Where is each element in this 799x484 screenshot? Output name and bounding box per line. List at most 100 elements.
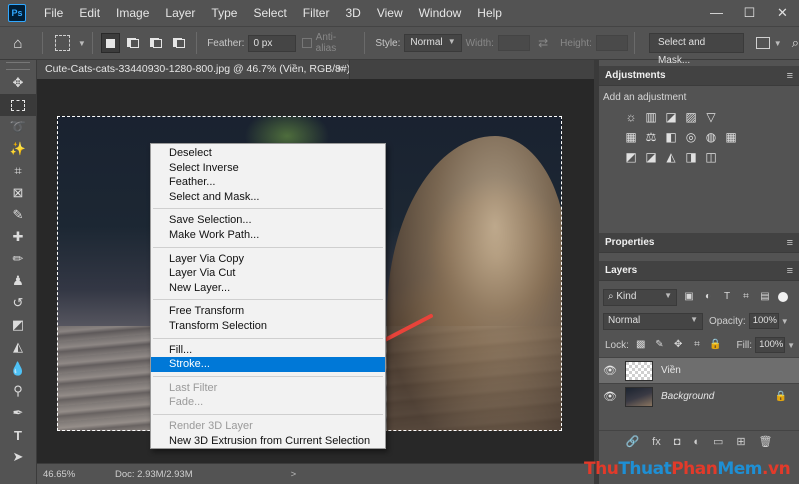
maximize-button[interactable]: ☐ (733, 0, 766, 26)
visibility-eye-icon[interactable]: 👁 (599, 390, 621, 403)
color-balance-icon[interactable]: ⚖ (641, 129, 661, 145)
link-layers-icon[interactable]: 🔗 (625, 435, 639, 448)
menu-item-fill[interactable]: Fill... (151, 343, 385, 358)
menu-item-layer-via-cut[interactable]: Layer Via Cut (151, 266, 385, 281)
menu-item-feather[interactable]: Feather... (151, 175, 385, 190)
brightness-contrast-icon[interactable]: ☼ (621, 109, 641, 125)
home-icon[interactable]: ⌂ (0, 35, 36, 52)
menu-item-save-selection[interactable]: Save Selection... (151, 213, 385, 228)
invert-icon[interactable]: ◩ (621, 149, 641, 165)
select-and-mask-button[interactable]: Select and Mask... (648, 33, 745, 66)
visibility-eye-icon[interactable]: 👁 (599, 364, 621, 377)
posterize-icon[interactable]: ◪ (641, 149, 661, 165)
new-selection-mode-button[interactable] (100, 33, 120, 53)
menu-window[interactable]: Window (411, 0, 470, 26)
opacity-input[interactable]: 100% (748, 313, 779, 329)
close-window-button[interactable]: ✕ (766, 0, 799, 26)
photo-filter-icon[interactable]: ◎ (681, 129, 701, 145)
new-adjustment-icon[interactable]: ◐ (693, 436, 700, 448)
menu-item-make-work-path[interactable]: Make Work Path... (151, 228, 385, 243)
swap-dimensions-icon[interactable]: ⇄ (538, 36, 548, 50)
eyedropper-tool-icon[interactable]: ✎ (0, 204, 36, 226)
menu-select[interactable]: Select (245, 0, 294, 26)
magic-wand-tool-icon[interactable]: ✨ (0, 138, 36, 160)
menu-image[interactable]: Image (108, 0, 157, 26)
add-mask-icon[interactable]: ◘ (674, 436, 681, 448)
workspace-icon[interactable] (756, 37, 770, 49)
layer-row-vien[interactable]: 👁 Viền (599, 357, 799, 383)
fill-input[interactable]: 100% (755, 337, 786, 353)
selective-color-icon[interactable]: ◫ (701, 149, 721, 165)
toolbar-grip[interactable] (6, 62, 30, 70)
antialias-checkbox[interactable] (302, 38, 312, 48)
lock-all-icon[interactable]: 🔒 (709, 339, 723, 351)
rectangular-marquee-preset-icon[interactable] (54, 35, 70, 51)
blend-mode-select[interactable]: Normal ▼ (603, 312, 703, 330)
layer-name[interactable]: Viền (661, 365, 681, 376)
lasso-tool-icon[interactable]: ➰ (0, 116, 36, 138)
layer-kind-filter[interactable]: ⌕ Kind ▼ (603, 288, 677, 306)
menu-3d[interactable]: 3D (337, 0, 368, 26)
eraser-tool-icon[interactable]: ◩ (0, 314, 36, 336)
add-selection-mode-button[interactable] (124, 33, 143, 53)
panel-menu-icon[interactable]: ≡ (787, 237, 793, 249)
black-white-icon[interactable]: ◧ (661, 129, 681, 145)
history-brush-tool-icon[interactable]: ↺ (0, 292, 36, 314)
subtract-selection-mode-button[interactable] (147, 33, 166, 53)
menu-view[interactable]: View (369, 0, 411, 26)
menu-edit[interactable]: Edit (71, 0, 108, 26)
panel-menu-icon[interactable]: ≡ (787, 265, 793, 277)
close-document-icon[interactable]: × (337, 60, 343, 79)
channel-mixer-icon[interactable]: ◍ (701, 129, 721, 145)
clone-stamp-tool-icon[interactable]: ♟ (0, 270, 36, 292)
adjustment-filter-icon[interactable]: ◐ (701, 291, 715, 303)
pixel-filter-icon[interactable]: ▣ (682, 291, 696, 303)
menu-file[interactable]: File (36, 0, 71, 26)
shape-filter-icon[interactable]: ⌗ (739, 291, 753, 303)
menu-layer[interactable]: Layer (157, 0, 203, 26)
layer-name[interactable]: Background (661, 391, 714, 402)
style-select[interactable]: Normal ▼ (404, 34, 462, 52)
status-chevron-icon[interactable]: > (291, 469, 297, 480)
minimize-button[interactable]: — (700, 0, 733, 26)
rectangular-marquee-tool-icon[interactable] (0, 94, 36, 116)
frame-tool-icon[interactable]: ⊠ (0, 182, 36, 204)
menu-item-stroke[interactable]: Stroke... (151, 357, 385, 372)
curves-icon[interactable]: ◪ (661, 109, 681, 125)
menu-filter[interactable]: Filter (295, 0, 338, 26)
filter-toggle[interactable] (778, 292, 788, 302)
pen-tool-icon[interactable]: ✒ (0, 402, 36, 424)
menu-item-layer-via-copy[interactable]: Layer Via Copy (151, 252, 385, 267)
chevron-down-icon[interactable]: ▼ (774, 39, 782, 48)
width-input[interactable] (497, 35, 531, 51)
menu-item-free-transform[interactable]: Free Transform (151, 304, 385, 319)
chevron-down-icon[interactable]: ▼ (78, 39, 86, 48)
type-filter-icon[interactable]: T (720, 291, 734, 303)
chevron-down-icon[interactable]: ▼ (787, 341, 795, 350)
document-tab[interactable]: Cute-Cats-cats-33440930-1280-800.jpg @ 4… (37, 60, 350, 79)
crop-tool-icon[interactable]: ⌗ (0, 160, 36, 182)
chevron-down-icon[interactable]: ▼ (781, 317, 789, 326)
zoom-level[interactable]: 46.65% (37, 469, 87, 480)
lock-pixels-icon[interactable]: ✎ (653, 339, 667, 351)
menu-item-transform-selection[interactable]: Transform Selection (151, 319, 385, 334)
brush-tool-icon[interactable]: ✏ (0, 248, 36, 270)
menu-item-new-layer[interactable]: New Layer... (151, 281, 385, 296)
paint-bucket-tool-icon[interactable]: ◭ (0, 336, 36, 358)
blur-tool-icon[interactable]: 💧 (0, 358, 36, 380)
new-layer-icon[interactable]: ⊞ (736, 435, 745, 448)
levels-icon[interactable]: ▥ (641, 109, 661, 125)
feather-input[interactable]: 0 px (248, 34, 297, 52)
color-lookup-icon[interactable]: ▦ (721, 129, 741, 145)
layer-row-background[interactable]: 👁 Background 🔒 (599, 383, 799, 409)
lock-position-icon[interactable]: ✥ (671, 339, 685, 351)
panel-menu-icon[interactable]: ≡ (787, 70, 793, 82)
menu-item-new-3d-extrusion-from-current-selection[interactable]: New 3D Extrusion from Current Selection (151, 434, 385, 449)
menu-item-select-inverse[interactable]: Select Inverse (151, 161, 385, 176)
path-selection-tool-icon[interactable]: ➤ (0, 446, 36, 468)
menu-help[interactable]: Help (469, 0, 510, 26)
properties-header[interactable]: Properties ≡ (599, 233, 799, 253)
menu-item-select-and-mask[interactable]: Select and Mask... (151, 190, 385, 205)
type-tool-icon[interactable]: T (0, 424, 36, 446)
menu-item-deselect[interactable]: Deselect (151, 146, 385, 161)
